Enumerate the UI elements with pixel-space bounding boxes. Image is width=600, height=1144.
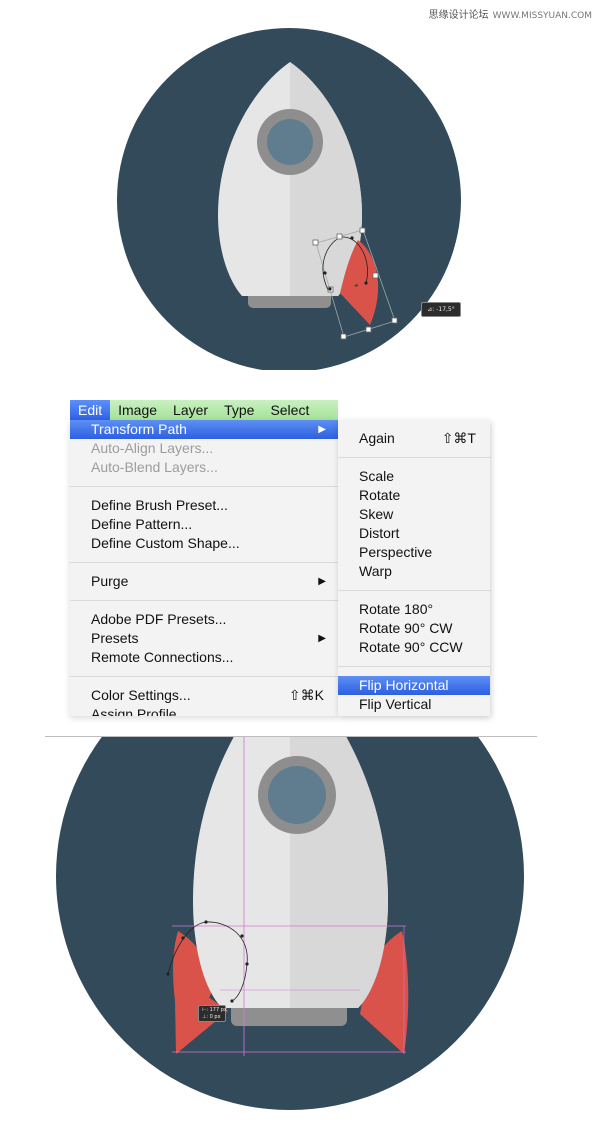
menu-item-pdf-presets[interactable]: Adobe PDF Presets... bbox=[70, 610, 338, 629]
menu-item-auto-blend: Auto-Blend Layers... bbox=[91, 459, 218, 475]
submenu-arrow-icon: ▶ bbox=[318, 633, 326, 644]
submenu-item-flip-horizontal[interactable]: Flip Horizontal bbox=[338, 676, 490, 695]
transform-submenu: Again ⇧⌘T Scale Rotate Skew Distort Pers… bbox=[338, 420, 490, 716]
measure-tooltip: ⊢: 177 px ⊥: 0 px bbox=[198, 1005, 227, 1022]
submenu-item-rotate-180[interactable]: Rotate 180° bbox=[338, 600, 490, 619]
menu-separator bbox=[338, 457, 490, 458]
menu-item-label: Purge bbox=[91, 573, 129, 589]
menubar: Edit Image Layer Type Select bbox=[70, 400, 338, 420]
submenu-item-skew[interactable]: Skew bbox=[338, 505, 490, 524]
measure-width: ⊢: 177 px bbox=[202, 1007, 227, 1013]
menu-image[interactable]: Image bbox=[110, 400, 165, 420]
submenu-item-flip-vertical[interactable]: Flip Vertical bbox=[338, 695, 490, 714]
menu-item-auto-align: Auto-Align Layers... bbox=[91, 440, 214, 456]
rotate-angle-tooltip: ⊿: -17,5° bbox=[421, 302, 461, 317]
menu-item-assign-profile[interactable]: Assign Profile... bbox=[70, 705, 338, 716]
menu-separator bbox=[70, 562, 338, 563]
submenu-item-rotate-90-ccw[interactable]: Rotate 90° CCW bbox=[338, 638, 490, 657]
shortcut-label: ⇧⌘T bbox=[441, 430, 476, 446]
shortcut-label: ⇧⌘K bbox=[288, 687, 324, 703]
submenu-arrow-icon: ▶ bbox=[318, 576, 326, 587]
menu-item-define-brush[interactable]: Define Brush Preset... bbox=[70, 496, 338, 515]
menu-type[interactable]: Type bbox=[216, 400, 262, 420]
submenu-item-perspective[interactable]: Perspective bbox=[338, 543, 490, 562]
edit-menu: Transform Path ▶ Auto-Align Layers... Au… bbox=[70, 420, 338, 716]
submenu-arrow-icon: ▶ bbox=[318, 424, 326, 435]
submenu-item-rotate-90-cw[interactable]: Rotate 90° CW bbox=[338, 619, 490, 638]
menu-edit[interactable]: Edit bbox=[70, 400, 111, 420]
menu-layer[interactable]: Layer bbox=[165, 400, 216, 420]
menu-item-label: Presets bbox=[91, 630, 139, 646]
submenu-item-rotate[interactable]: Rotate bbox=[338, 486, 490, 505]
canvas-top-rocket[interactable]: ⌖ bbox=[0, 0, 600, 370]
canvas-bottom-rocket[interactable] bbox=[0, 736, 600, 1144]
menu-separator bbox=[338, 666, 490, 667]
menu-screenshot: Edit Image Layer Type Select Transform P… bbox=[0, 370, 600, 720]
menu-item-purge[interactable]: Purge ▶ bbox=[70, 572, 338, 591]
menu-separator bbox=[70, 676, 338, 677]
menu-item-define-pattern[interactable]: Define Pattern... bbox=[70, 515, 338, 534]
submenu-item-distort[interactable]: Distort bbox=[338, 524, 490, 543]
measure-height: ⊥: 0 px bbox=[202, 1014, 221, 1020]
menu-separator bbox=[338, 590, 490, 591]
menu-select[interactable]: Select bbox=[262, 400, 317, 420]
porthole-glass bbox=[267, 119, 313, 165]
menu-item-define-shape[interactable]: Define Custom Shape... bbox=[70, 534, 338, 553]
submenu-item-scale[interactable]: Scale bbox=[338, 467, 490, 486]
center-crosshair-icon: ⌖ bbox=[354, 281, 359, 290]
submenu-item-again[interactable]: Again ⇧⌘T bbox=[338, 429, 490, 448]
menu-item-label: Color Settings... bbox=[91, 687, 191, 703]
menu-item-transform-path[interactable]: Transform Path ▶ bbox=[70, 420, 338, 439]
menu-separator bbox=[70, 600, 338, 601]
menu-item-color-settings[interactable]: Color Settings... ⇧⌘K bbox=[70, 686, 338, 705]
menu-item-label: Transform Path bbox=[91, 421, 187, 437]
menu-item-remote-connections[interactable]: Remote Connections... bbox=[70, 648, 338, 667]
porthole-glass bbox=[268, 766, 326, 824]
menu-item-presets[interactable]: Presets ▶ bbox=[70, 629, 338, 648]
menu-item-label: Again bbox=[359, 430, 395, 446]
menu-separator bbox=[70, 486, 338, 487]
submenu-item-warp[interactable]: Warp bbox=[338, 562, 490, 581]
